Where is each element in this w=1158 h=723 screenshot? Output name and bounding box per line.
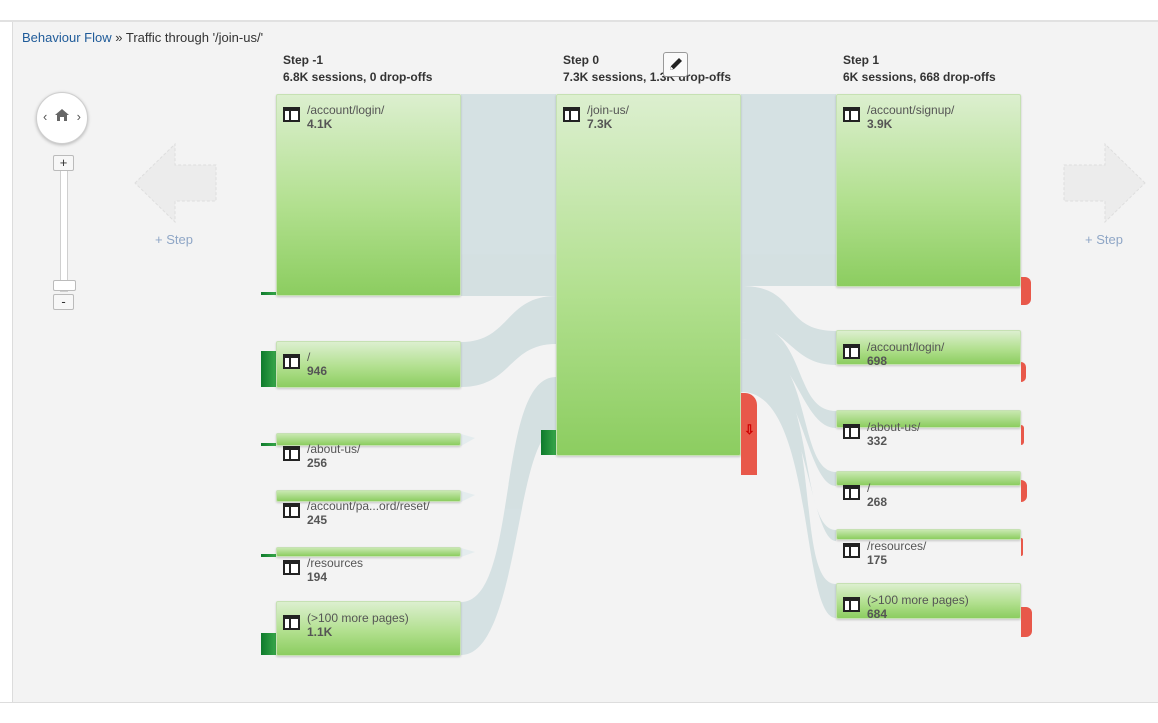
page-icon [283, 615, 300, 630]
node-label-group: /resources/175 [843, 539, 926, 567]
node-label-group: /account/signup/3.9K [843, 103, 954, 131]
zoom-in-button[interactable]: + [53, 155, 74, 171]
node-label-group: /about-us/256 [283, 442, 360, 470]
entrance-bar [541, 430, 556, 455]
entrance-bar [261, 633, 276, 655]
node-label-group: /join-us/7.3K [563, 103, 629, 131]
node-label-group: (>100 more pages) 1.1K [283, 611, 409, 639]
node-label: /about-us/ [307, 442, 361, 456]
dropoff-bar[interactable] [1021, 425, 1024, 445]
flow-login-to-join [461, 94, 556, 296]
node-label: /resources [307, 556, 364, 570]
node-count: 332 [867, 434, 888, 448]
node-label-group: (>100 more pages) 684 [843, 593, 969, 621]
node-count: 194 [307, 570, 328, 584]
node-label-group: /946 [283, 350, 327, 378]
flow-more-to-join [461, 377, 556, 655]
page-icon [843, 424, 860, 439]
page-icon [283, 446, 300, 461]
page-icon [563, 107, 580, 122]
page-icon [843, 543, 860, 558]
step-title: Step 0 [563, 53, 600, 67]
entrance-bar [261, 292, 276, 295]
step-header-minus-1: Step -1 6.8K sessions, 0 drop-offs [283, 52, 432, 86]
page-icon [283, 107, 300, 122]
edit-node-button[interactable] [663, 52, 688, 77]
drop-arrow-icon: ⇩ [744, 422, 755, 437]
node-label: (>100 more pages) [867, 593, 969, 607]
node-count: 175 [867, 553, 888, 567]
node-count: 684 [867, 607, 888, 621]
page-icon [283, 503, 300, 518]
zoom-slider-track[interactable] [60, 170, 68, 292]
node-label: / [867, 481, 871, 495]
step-title: Step -1 [283, 53, 324, 67]
page-icon [283, 560, 300, 575]
node-label: / [307, 350, 311, 364]
node-label: (>100 more pages) [307, 611, 409, 625]
dropoff-bar[interactable] [1021, 362, 1026, 382]
node-count: 4.1K [307, 117, 333, 131]
node-label: /account/login/ [867, 340, 945, 354]
node-label: /join-us/ [587, 103, 630, 117]
node-label-group: /account/login/698 [843, 340, 944, 368]
step-subtitle: 6.8K sessions, 0 drop-offs [283, 70, 433, 84]
entrance-bar [261, 351, 276, 387]
dropoff-bar[interactable] [1021, 277, 1031, 305]
node-label: /resources/ [867, 539, 927, 553]
node-count: 946 [307, 364, 328, 378]
node-label-group: /resources 194 [283, 556, 363, 584]
dropoff-bar[interactable] [1021, 607, 1032, 637]
page-icon [283, 354, 300, 369]
node-count: 245 [307, 513, 328, 527]
step-header-1: Step 1 6K sessions, 668 drop-offs [843, 52, 996, 86]
node-label: /account/pa...ord/reset/ [307, 499, 430, 513]
entrance-bar [261, 443, 276, 446]
step-header-0: Step 0 7.3K sessions, 1.3K drop-offs [563, 52, 731, 86]
step-subtitle: 6K sessions, 668 drop-offs [843, 70, 996, 84]
page-icon [843, 344, 860, 359]
page-icon [843, 485, 860, 500]
node-label-group: /about-us/332 [843, 420, 920, 448]
node-label: /account/login/ [307, 103, 385, 117]
pan-left-button[interactable]: ‹ [43, 109, 47, 124]
stub-reset [461, 491, 475, 502]
stub-resources [461, 548, 475, 557]
entrance-bar [261, 554, 276, 557]
node-label-group: /268 [843, 481, 887, 509]
node-count: 7.3K [587, 117, 613, 131]
page-icon [843, 597, 860, 612]
dropoff-bar[interactable] [1021, 480, 1027, 502]
node-count: 268 [867, 495, 888, 509]
home-icon[interactable] [54, 107, 70, 123]
add-step-left-button[interactable]: + Step [155, 232, 193, 247]
add-step-right-button[interactable]: + Step [1085, 232, 1123, 247]
step-subtitle: 7.3K sessions, 1.3K drop-offs [563, 70, 732, 84]
pencil-icon [670, 58, 682, 70]
flow-node-join-us[interactable] [556, 94, 741, 456]
ghost-arrow-icon[interactable] [134, 143, 217, 223]
stub-about [461, 434, 475, 446]
pan-right-button[interactable]: › [77, 109, 81, 124]
pan-control: ‹ › [36, 92, 88, 144]
dropoff-bar[interactable] [1021, 538, 1023, 556]
node-count: 3.9K [867, 117, 893, 131]
flow-root-to-join [461, 296, 556, 387]
step-title: Step 1 [843, 53, 880, 67]
node-count: 1.1K [307, 625, 333, 639]
node-count: 256 [307, 456, 328, 470]
zoom-out-button[interactable]: - [53, 294, 74, 310]
node-count: 698 [867, 354, 888, 368]
flow-join-to-signup [741, 94, 836, 286]
node-label: /account/signup/ [867, 103, 955, 117]
page-icon [843, 107, 860, 122]
zoom-slider-handle[interactable] [53, 280, 76, 291]
node-label: /about-us/ [867, 420, 921, 434]
node-label-group: /account/pa...ord/reset/245 [283, 499, 430, 527]
node-label-group: /account/login/4.1K [283, 103, 384, 131]
ghost-arrow-icon[interactable] [1063, 143, 1146, 223]
